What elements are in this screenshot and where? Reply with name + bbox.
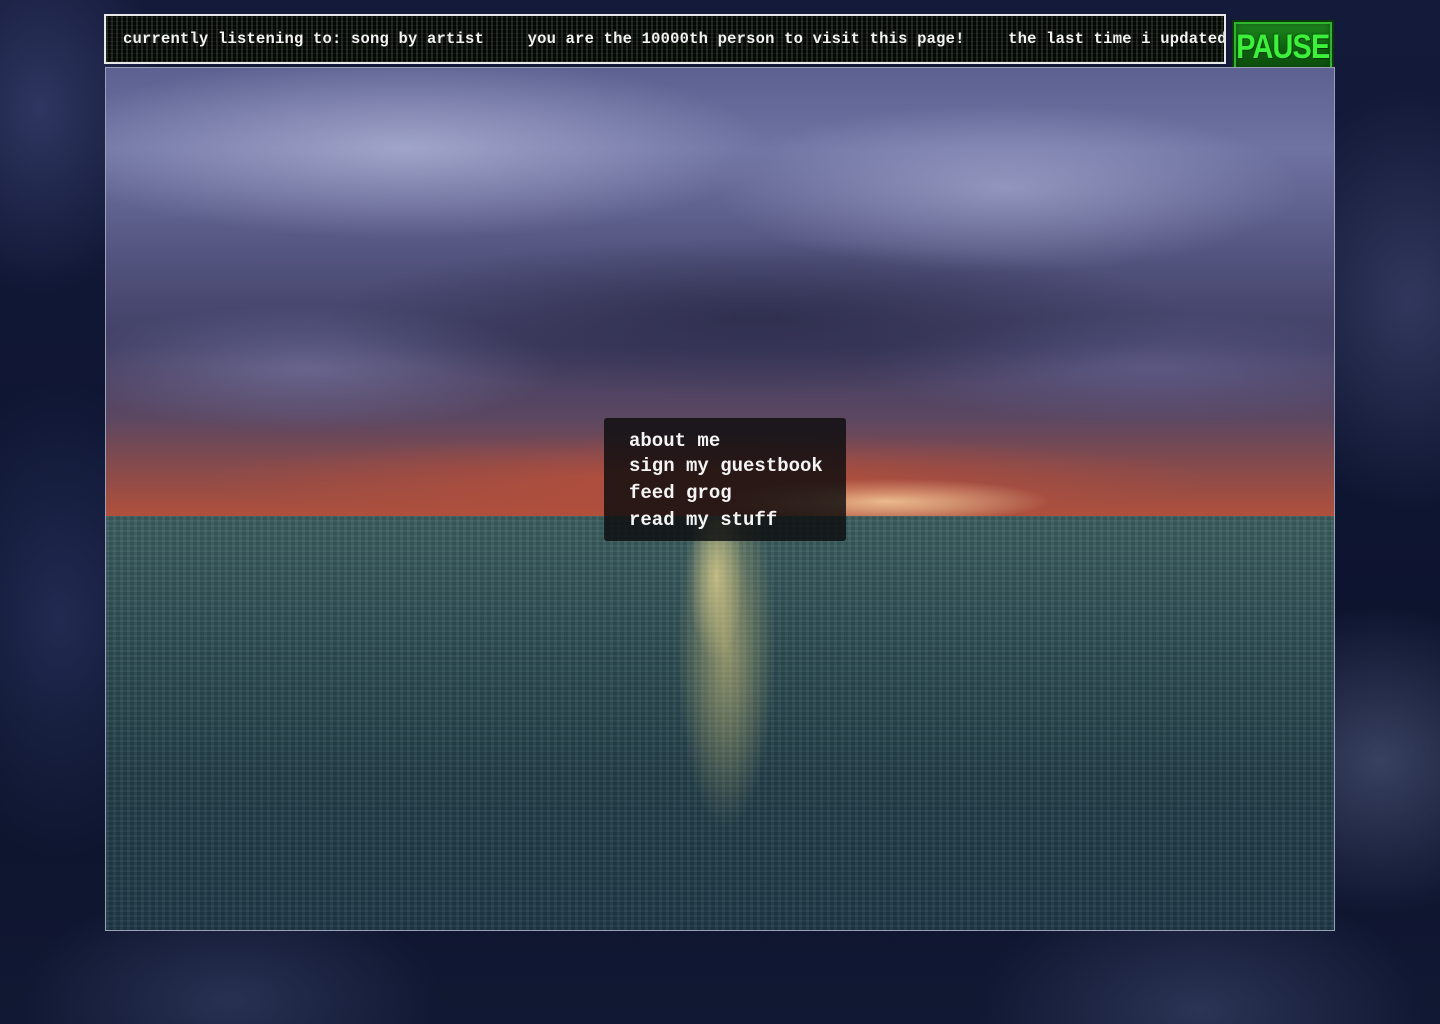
pause-button-label: PAUSE	[1236, 27, 1330, 66]
main-nav-menu: about me sign my guestbook feed grog rea…	[604, 418, 846, 541]
nav-link-read-my-stuff[interactable]: read my stuff	[629, 508, 846, 532]
nav-link-guestbook[interactable]: sign my guestbook	[629, 454, 846, 478]
nav-link-about-me[interactable]: about me	[629, 429, 846, 453]
status-marquee: currently listening to: song by artist y…	[104, 14, 1226, 64]
nav-link-feed-grog[interactable]: feed grog	[629, 481, 846, 505]
last-updated-text: the last time i updated	[1008, 30, 1226, 48]
sea-background	[106, 516, 1334, 930]
now-playing-text: currently listening to: song by artist	[123, 30, 485, 48]
pause-button[interactable]: PAUSE	[1232, 20, 1334, 74]
visitor-count-text: you are the 10000th person to visit this…	[527, 30, 965, 48]
marquee-track: currently listening to: song by artist y…	[123, 16, 1226, 62]
